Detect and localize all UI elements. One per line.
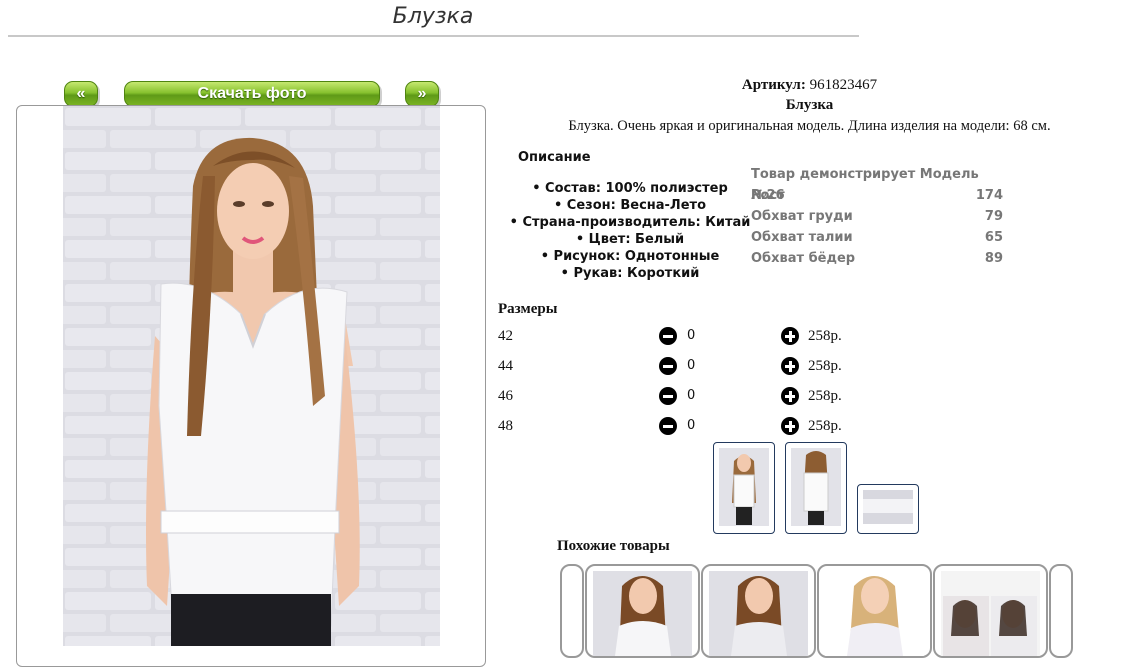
- photo-thumbnail[interactable]: [857, 484, 919, 534]
- model-row: Обхват талии 65: [751, 227, 1003, 248]
- model-row-value: 65: [984, 230, 1003, 245]
- model-heading-text: Товар демонстрирует Модель №26: [751, 167, 979, 203]
- similar-product-card[interactable]: [933, 564, 1048, 658]
- description-item: • Состав: 100% полиэстер: [532, 181, 728, 196]
- price-value: 258р.: [808, 388, 842, 404]
- model-row-value: 174: [975, 188, 1003, 203]
- model-row-label: Обхват талии: [751, 230, 853, 245]
- price-value: 258р.: [808, 358, 842, 374]
- minus-icon[interactable]: [659, 327, 677, 345]
- similar-product-card[interactable]: [817, 564, 932, 658]
- similar-product-card[interactable]: [701, 564, 816, 658]
- price-value: 258р.: [808, 328, 842, 344]
- description-item: • Страна-производитель: Китай: [509, 215, 751, 230]
- minus-icon[interactable]: [659, 357, 677, 375]
- description-item: • Рукав: Короткий: [560, 266, 700, 281]
- quantity-value: 0: [687, 388, 696, 403]
- size-value: 46: [498, 388, 513, 404]
- model-row: Обхват бёдер 89: [751, 248, 1003, 269]
- photo-thumbnail[interactable]: [785, 442, 847, 534]
- article-line: Артикул: 961823467: [496, 77, 1123, 94]
- model-row-label: Рост: [751, 188, 785, 203]
- prev-photo-button[interactable]: «: [64, 81, 98, 107]
- model-row-value: 79: [984, 209, 1003, 224]
- similar-products-heading: Похожие товары: [557, 538, 670, 554]
- model-heading: Товар демонстрирует Модель №26: [751, 164, 1003, 203]
- size-value: 42: [498, 328, 513, 344]
- plus-icon[interactable]: [781, 417, 799, 435]
- size-row: 48 0 258р.: [498, 416, 898, 438]
- plus-icon[interactable]: [781, 357, 799, 375]
- page-title: Блузка: [392, 4, 474, 29]
- size-row: 42 0 258р.: [498, 326, 898, 348]
- model-row-value: 89: [984, 251, 1003, 266]
- similar-next-arrow[interactable]: [1049, 564, 1073, 658]
- article-value: 961823467: [809, 77, 878, 93]
- model-row-label: Обхват бёдер: [751, 251, 856, 266]
- minus-icon[interactable]: [659, 387, 677, 405]
- photo-thumbnail[interactable]: [713, 442, 775, 534]
- description-item: • Цвет: Белый: [575, 232, 685, 247]
- size-value: 48: [498, 418, 513, 434]
- minus-icon[interactable]: [659, 417, 677, 435]
- plus-icon[interactable]: [781, 327, 799, 345]
- price-value: 258р.: [808, 418, 842, 434]
- article-label: Артикул:: [741, 77, 806, 93]
- quantity-value: 0: [687, 358, 696, 373]
- size-value: 44: [498, 358, 513, 374]
- model-row: Рост 174: [751, 185, 1003, 206]
- next-photo-button[interactable]: »: [405, 81, 439, 107]
- description-item: • Рисунок: Однотонные: [540, 249, 720, 264]
- quantity-value: 0: [687, 328, 696, 343]
- sizes-heading: Размеры: [498, 301, 558, 317]
- quantity-value: 0: [687, 418, 696, 433]
- plus-icon[interactable]: [781, 387, 799, 405]
- model-measurements: Товар демонстрирует Модель №26 Рост 174 О…: [751, 164, 1003, 269]
- description-heading: Описание: [518, 150, 591, 165]
- model-row-label: Обхват груди: [751, 209, 853, 224]
- similar-product-card[interactable]: [585, 564, 700, 658]
- main-product-photo[interactable]: [63, 106, 440, 646]
- description-item: • Сезон: Весна-Лето: [553, 198, 707, 213]
- size-row: 44 0 258р.: [498, 356, 898, 378]
- similar-prev-arrow[interactable]: [560, 564, 584, 658]
- product-name: Блузка: [785, 97, 834, 113]
- size-row: 46 0 258р.: [498, 386, 898, 408]
- download-photo-button[interactable]: Скачать фото: [124, 81, 380, 107]
- title-divider: [8, 35, 859, 37]
- product-short-description: Блузка. Очень яркая и оригинальная модел…: [568, 118, 1051, 134]
- model-row: Обхват груди 79: [751, 206, 1003, 227]
- description-list: • Состав: 100% полиэстер • Сезон: Весна-…: [500, 180, 760, 282]
